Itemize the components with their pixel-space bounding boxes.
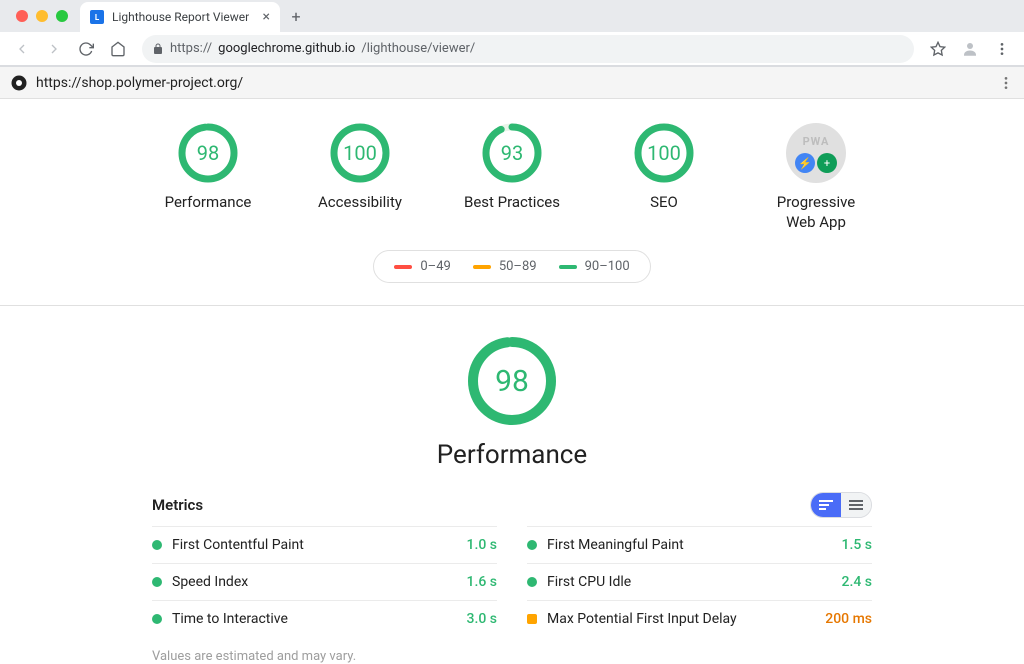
gauge-score: 100	[634, 123, 694, 183]
bookmark-button[interactable]	[924, 35, 952, 63]
gauge-pwa[interactable]: PWA ⚡ + Progressive Web App	[761, 123, 871, 232]
metric-row: Time to Interactive 3.0 s	[152, 600, 497, 637]
metric-name: First Contentful Paint	[172, 537, 457, 553]
report-header: https://shop.polymer-project.org/	[0, 67, 1024, 99]
status-dot-icon	[527, 540, 537, 550]
browser-menu-button[interactable]	[988, 35, 1016, 63]
site-icon	[10, 74, 28, 92]
status-dot-icon	[152, 577, 162, 587]
legend-high: 90–100	[559, 259, 630, 274]
close-tab-icon[interactable]: ×	[263, 9, 270, 25]
metric-row: First CPU Idle 2.4 s	[527, 563, 872, 600]
lock-icon	[152, 43, 164, 55]
metric-value: 3.0 s	[467, 611, 498, 627]
legend-mid: 50–89	[473, 259, 537, 274]
tab-favicon-icon: L	[90, 10, 104, 24]
view-toggle-simple[interactable]	[841, 493, 871, 517]
gauge-label: Accessibility	[318, 193, 402, 213]
minimize-window-icon[interactable]	[36, 10, 48, 22]
maximize-window-icon[interactable]	[56, 10, 68, 22]
metric-row: First Contentful Paint 1.0 s	[152, 526, 497, 563]
metric-name: Time to Interactive	[172, 611, 457, 627]
gauge-score: 93	[482, 123, 542, 183]
section-title: Performance	[437, 440, 587, 470]
metric-name: Speed Index	[172, 574, 457, 590]
url-path: /lighthouse/viewer/	[361, 41, 475, 56]
metrics-panel: Metrics First Contentful Paint 1.0 s Spee…	[152, 492, 872, 664]
forward-button[interactable]	[40, 35, 68, 63]
score-gauges: 98 Performance 100 Accessibility 93 Best…	[0, 99, 1024, 250]
big-gauge-score: 98	[467, 336, 557, 426]
report-menu-button[interactable]	[998, 75, 1014, 91]
tab-title: Lighthouse Report Viewer	[112, 10, 255, 24]
browser-chrome: L Lighthouse Report Viewer × + https:// g…	[0, 0, 1024, 67]
metric-row: Speed Index 1.6 s	[152, 563, 497, 600]
metric-row: Max Potential First Input Delay 200 ms	[527, 600, 872, 637]
window-controls	[8, 10, 76, 22]
pwa-badge-icon: PWA ⚡ +	[786, 123, 846, 183]
close-window-icon[interactable]	[16, 10, 28, 22]
status-dot-icon	[152, 614, 162, 624]
metric-value: 1.6 s	[467, 574, 498, 590]
metrics-heading: Metrics	[152, 496, 203, 514]
gauge-accessibility[interactable]: 100 Accessibility	[305, 123, 415, 232]
browser-toolbar: https:// googlechrome.github.io/lighthous…	[0, 32, 1024, 66]
view-toggle-detailed[interactable]	[811, 493, 841, 517]
metrics-col-right: First Meaningful Paint 1.5 s First CPU Id…	[527, 526, 872, 637]
address-bar[interactable]: https:// googlechrome.github.io/lighthous…	[142, 35, 914, 63]
profile-button[interactable]	[956, 35, 984, 63]
performance-big-gauge: 98 Performance	[0, 336, 1024, 470]
url-prefix: https://	[170, 41, 212, 56]
metric-value: 2.4 s	[842, 574, 873, 590]
reload-button[interactable]	[72, 35, 100, 63]
home-button[interactable]	[104, 35, 132, 63]
gauge-performance[interactable]: 98 Performance	[153, 123, 263, 232]
browser-tab[interactable]: L Lighthouse Report Viewer ×	[80, 2, 280, 32]
metrics-view-toggle	[810, 492, 872, 518]
metric-name: First CPU Idle	[547, 574, 832, 590]
metric-row: First Meaningful Paint 1.5 s	[527, 526, 872, 563]
metric-name: Max Potential First Input Delay	[547, 611, 815, 627]
gauge-label: Performance	[165, 193, 252, 213]
status-square-icon	[527, 614, 537, 624]
legend-low: 0–49	[394, 259, 450, 274]
gauge-score: 98	[178, 123, 238, 183]
metric-value: 1.0 s	[467, 537, 498, 553]
metrics-note: Values are estimated and may vary.	[152, 649, 872, 664]
tested-url: https://shop.polymer-project.org/	[36, 75, 243, 91]
metrics-grid: First Contentful Paint 1.0 s Speed Index 1…	[152, 526, 872, 637]
back-button[interactable]	[8, 35, 36, 63]
gauge-label: SEO	[650, 193, 678, 213]
metric-value: 1.5 s	[842, 537, 873, 553]
status-dot-icon	[152, 540, 162, 550]
url-host: googlechrome.github.io	[218, 41, 355, 56]
gauge-score: 100	[330, 123, 390, 183]
metrics-col-left: First Contentful Paint 1.0 s Speed Index 1…	[152, 526, 497, 637]
metric-value: 200 ms	[825, 611, 872, 627]
performance-section: 98 Performance Metrics First Contentful …	[0, 306, 1024, 664]
pwa-installable-icon: +	[817, 153, 837, 173]
gauge-label: Best Practices	[464, 193, 560, 213]
tab-strip: L Lighthouse Report Viewer × +	[0, 0, 1024, 32]
gauge-label: Progressive Web App	[777, 193, 856, 232]
metric-name: First Meaningful Paint	[547, 537, 832, 553]
gauge-seo[interactable]: 100 SEO	[609, 123, 719, 232]
gauge-best-practices[interactable]: 93 Best Practices	[457, 123, 567, 232]
new-tab-button[interactable]: +	[284, 4, 308, 28]
status-dot-icon	[527, 577, 537, 587]
score-legend: 0–49 50–89 90–100	[0, 250, 1024, 283]
pwa-fast-icon: ⚡	[795, 153, 815, 173]
